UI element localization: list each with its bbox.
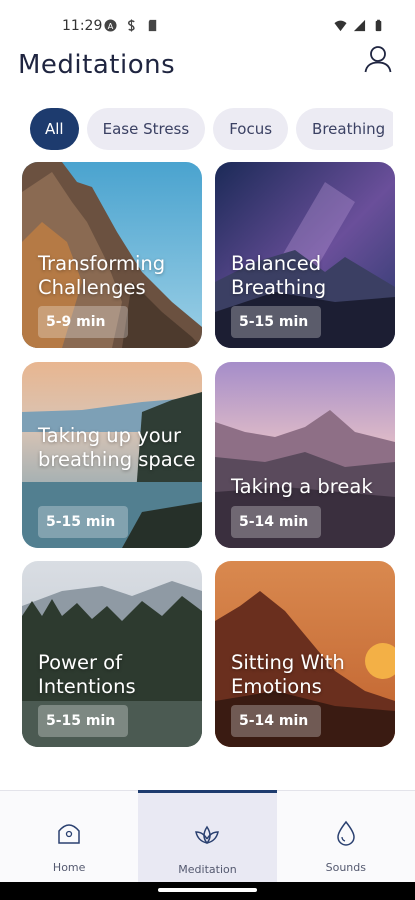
status-bar: 11:29 A (0, 0, 415, 42)
notification-s-icon (127, 19, 135, 32)
card-title: Taking up your breathing space (38, 424, 196, 471)
signal-icon (353, 19, 366, 32)
meditation-card[interactable]: Taking a break 5-14 min (215, 362, 395, 548)
duration-badge: 5-9 min (38, 306, 128, 338)
status-time: 11:29 (62, 18, 103, 34)
chip-all[interactable]: All (30, 108, 79, 150)
card-title: Transforming Challenges (38, 252, 166, 299)
nav-home[interactable]: Home (0, 791, 138, 882)
duration-badge: 5-14 min (231, 506, 321, 538)
meditation-card[interactable]: Transforming Challenges 5-9 min (22, 162, 202, 348)
page-title: Meditations (18, 50, 176, 80)
duration-badge: 5-15 min (38, 705, 128, 737)
nav-sounds[interactable]: Sounds (277, 791, 415, 882)
duration-badge: 5-15 min (231, 306, 321, 338)
svg-text:A: A (108, 21, 114, 31)
lotus-icon (195, 825, 220, 845)
meditation-card[interactable]: Power of Intentions 5-15 min (22, 561, 202, 747)
duration-badge: 5-15 min (38, 506, 128, 538)
card-title: Sitting With Emotions (231, 651, 345, 698)
chip-breathing[interactable]: Breathing (296, 108, 393, 150)
card-title: Power of Intentions (38, 651, 136, 698)
category-chips: All Ease Stress Focus Breathing (30, 108, 393, 150)
nav-label: Home (52, 861, 86, 874)
chip-ease-stress[interactable]: Ease Stress (86, 108, 206, 150)
home-gesture-handle[interactable] (158, 888, 257, 892)
meditation-card[interactable]: Taking up your breathing space 5-15 min (22, 362, 202, 548)
profile-icon[interactable] (363, 44, 393, 74)
nav-label: Sounds (325, 861, 366, 874)
nav-meditation[interactable]: Meditation (138, 790, 277, 882)
nav-label: Meditation (178, 863, 237, 876)
meditation-card[interactable]: Sitting With Emotions 5-14 min (215, 561, 395, 747)
sd-card-icon (148, 19, 157, 32)
card-title: Taking a break (231, 475, 373, 498)
battery-icon (375, 19, 382, 32)
wifi-icon (334, 20, 347, 32)
bottom-nav: Home Meditation Sounds (0, 790, 415, 882)
duration-badge: 5-14 min (231, 705, 321, 737)
notification-a-icon: A (104, 19, 117, 32)
chip-focus[interactable]: Focus (213, 108, 289, 150)
drop-icon (337, 820, 355, 846)
card-title: Balanced Breathing (231, 252, 327, 299)
meditation-card[interactable]: Balanced Breathing 5-15 min (215, 162, 395, 348)
home-icon (58, 824, 80, 844)
